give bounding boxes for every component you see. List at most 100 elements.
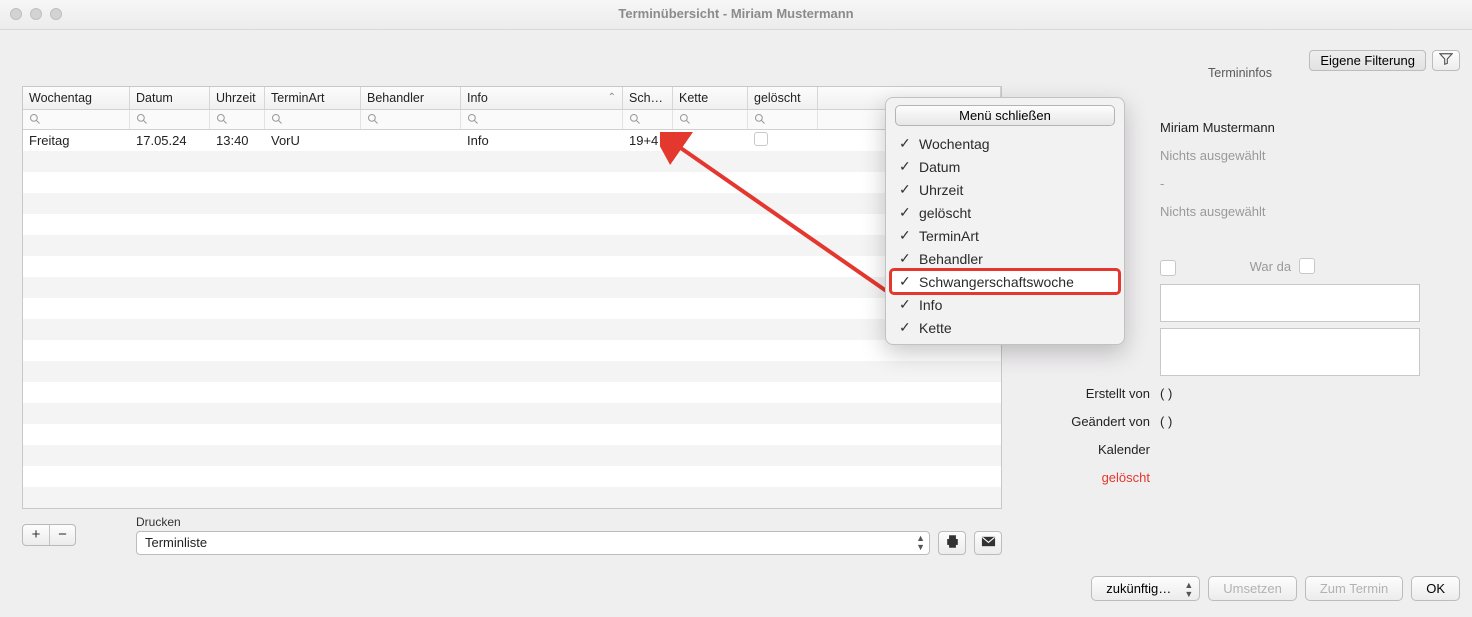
cell-geloescht (748, 132, 818, 149)
menu-item-info[interactable]: ✓ Info (891, 293, 1119, 316)
selection-2: Nichts ausgewählt (1160, 204, 1460, 219)
cell-sch: 19+4 (623, 133, 673, 148)
print-template-value: Terminliste (145, 535, 207, 550)
filter-info[interactable] (461, 110, 623, 129)
col-datum[interactable]: Datum (130, 87, 210, 109)
remove-row-button[interactable]: − (49, 525, 75, 545)
table-row[interactable] (23, 256, 1001, 277)
filter-datum[interactable] (130, 110, 210, 129)
table-row[interactable]: Freitag17.05.2413:40VorUInfo19+4 (23, 130, 1001, 151)
umsetzen-button[interactable]: Umsetzen (1208, 576, 1297, 601)
table-row[interactable] (23, 487, 1001, 508)
check-icon: ✓ (899, 181, 911, 198)
col-uhrzeit[interactable]: Uhrzeit (210, 87, 265, 109)
check-icon: ✓ (899, 158, 911, 175)
search-icon (679, 113, 691, 125)
search-icon (467, 113, 479, 125)
table-row[interactable] (23, 172, 1001, 193)
filter-sch[interactable] (623, 110, 673, 129)
search-icon (216, 113, 228, 125)
check-icon: ✓ (899, 296, 911, 313)
table-row[interactable] (23, 340, 1001, 361)
search-icon (629, 113, 641, 125)
col-wochentag[interactable]: Wochentag (23, 87, 130, 109)
menu-item-wochentag[interactable]: ✓ Wochentag (891, 132, 1119, 155)
search-icon (136, 113, 148, 125)
table-row[interactable] (23, 193, 1001, 214)
check-icon: ✓ (899, 250, 911, 267)
col-info[interactable]: Info⌃ (461, 87, 623, 109)
menu-item-label: Info (919, 297, 942, 313)
filter-geloescht[interactable] (748, 110, 818, 129)
warda-label: War da (1250, 259, 1291, 274)
printer-icon (945, 534, 960, 552)
add-remove-segment: + − (22, 524, 76, 546)
filter-terminart[interactable] (265, 110, 361, 129)
appointments-table: Wochentag Datum Uhrzeit TerminArt Behand… (22, 86, 1002, 509)
col-terminart[interactable]: TerminArt (265, 87, 361, 109)
menu-item-gelöscht[interactable]: ✓ gelöscht (891, 201, 1119, 224)
table-row[interactable] (23, 214, 1001, 235)
menu-close-button[interactable]: Menü schließen (895, 105, 1115, 126)
column-menu-popup: Menü schließen ✓Wochentag✓Datum✓Uhrzeit✓… (885, 97, 1125, 345)
zum-termin-button[interactable]: Zum Termin (1305, 576, 1403, 601)
table-row[interactable] (23, 382, 1001, 403)
warda-checkbox[interactable] (1299, 258, 1315, 274)
table-header-row: Wochentag Datum Uhrzeit TerminArt Behand… (23, 87, 1001, 110)
filter-uhrzeit[interactable] (210, 110, 265, 129)
patient-name: Miriam Mustermann (1160, 120, 1460, 135)
menu-item-datum[interactable]: ✓Datum (891, 155, 1119, 178)
geaendert-label: Geändert von (1020, 414, 1160, 429)
search-icon (29, 113, 41, 125)
menu-item-label: gelöscht (919, 205, 971, 221)
table-row[interactable] (23, 361, 1001, 382)
add-row-button[interactable]: + (23, 525, 49, 545)
updown-arrows-icon: ▲▼ (1184, 581, 1193, 599)
check-icon: ✓ (899, 273, 911, 290)
menu-item-kette[interactable]: ✓Kette (891, 316, 1119, 339)
geloescht-label: gelöscht (1020, 470, 1160, 485)
check-icon: ✓ (899, 135, 911, 152)
titlebar: Terminübersicht - Miriam Mustermann (0, 0, 1472, 30)
table-row[interactable] (23, 424, 1001, 445)
dash-value: - (1160, 176, 1460, 191)
ok-button[interactable]: OK (1411, 576, 1460, 601)
table-row[interactable] (23, 319, 1001, 340)
table-body: Freitag17.05.2413:40VorUInfo19+4 (23, 130, 1001, 508)
textbox-2[interactable] (1160, 328, 1420, 376)
textbox-1[interactable] (1160, 284, 1420, 322)
check-icon: ✓ (899, 204, 911, 221)
menu-item-behandler[interactable]: ✓ Behandler (891, 247, 1119, 270)
check-icon: ✓ (899, 227, 911, 244)
col-sch[interactable]: Sch… (623, 87, 673, 109)
deleted-checkbox[interactable] (754, 132, 768, 146)
col-geloescht[interactable]: gelöscht (748, 87, 818, 109)
table-row[interactable] (23, 277, 1001, 298)
menu-item-terminart[interactable]: ✓TerminArt (891, 224, 1119, 247)
menu-item-uhrzeit[interactable]: ✓Uhrzeit (891, 178, 1119, 201)
filter-behandler[interactable] (361, 110, 461, 129)
print-template-select[interactable]: Terminliste ▲▼ (136, 531, 930, 555)
col-kette[interactable]: Kette (673, 87, 748, 109)
cell-datum: 17.05.24 (130, 133, 210, 148)
table-row[interactable] (23, 445, 1001, 466)
filter-kette[interactable] (673, 110, 748, 129)
table-row[interactable] (23, 151, 1001, 172)
checkbox-left[interactable] (1160, 260, 1176, 276)
envelope-icon (981, 534, 996, 552)
menu-item-schwangerschaftswoche[interactable]: ✓Schwangerschaftswoche (891, 270, 1119, 293)
table-row[interactable] (23, 466, 1001, 487)
zukuenftig-select[interactable]: zukünftig… ▲▼ (1091, 576, 1200, 601)
erstellt-label: Erstellt von (1020, 386, 1160, 401)
filter-wochentag[interactable] (23, 110, 130, 129)
selection-1: Nichts ausgewählt (1160, 148, 1460, 163)
table-row[interactable] (23, 403, 1001, 424)
termininfos-header: Termininfos (1020, 66, 1460, 80)
email-button[interactable] (974, 531, 1002, 555)
menu-item-label: Behandler (919, 251, 983, 267)
col-behandler[interactable]: Behandler (361, 87, 461, 109)
menu-item-label: Wochentag (919, 136, 990, 152)
table-row[interactable] (23, 298, 1001, 319)
table-row[interactable] (23, 235, 1001, 256)
print-button[interactable] (938, 531, 966, 555)
